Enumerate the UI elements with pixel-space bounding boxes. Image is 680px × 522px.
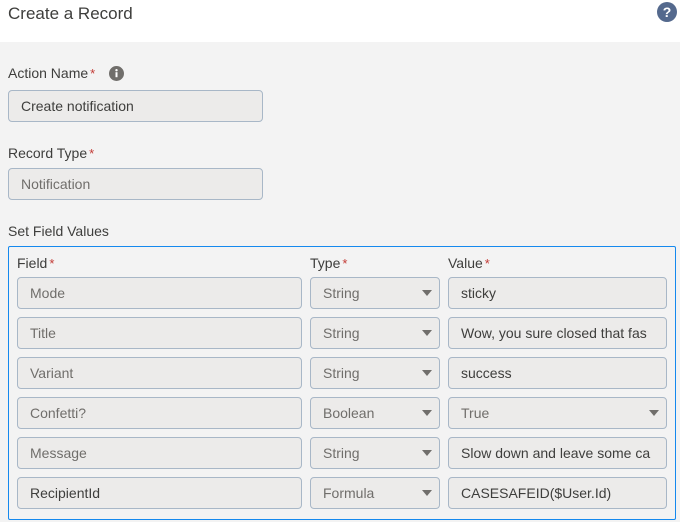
chevron-down-icon [422, 290, 432, 296]
required-marker: * [89, 146, 95, 161]
required-marker: * [342, 256, 348, 271]
field-input[interactable]: Mode [17, 277, 302, 309]
chevron-down-icon [422, 410, 432, 416]
value-input[interactable]: Slow down and leave some ca [448, 437, 667, 469]
type-select[interactable]: Formula [310, 477, 440, 509]
type-select[interactable]: String [310, 317, 440, 349]
column-header-type-text: Type [310, 255, 341, 271]
required-marker: * [49, 256, 55, 271]
field-input[interactable]: Message [17, 437, 302, 469]
chevron-down-icon [422, 330, 432, 336]
modal-header: Create a Record ? [0, 0, 680, 42]
chevron-down-icon [422, 450, 432, 456]
set-field-values-label: Set Field Values [8, 223, 109, 239]
info-icon[interactable] [109, 66, 124, 81]
field-input[interactable]: Title [17, 317, 302, 349]
type-select-value: Formula [323, 485, 375, 501]
action-name-label-text: Action Name [8, 65, 89, 81]
value-select[interactable]: True [448, 397, 667, 429]
field-input[interactable]: RecipientId [17, 477, 302, 509]
value-input[interactable]: success [448, 357, 667, 389]
type-select-value: String [323, 365, 360, 381]
column-header-field-text: Field [17, 255, 48, 271]
field-input[interactable]: Confetti? [17, 397, 302, 429]
chevron-down-icon [649, 410, 659, 416]
type-select[interactable]: String [310, 437, 440, 469]
record-type-label: Record Type * [8, 145, 94, 161]
type-select-value: String [323, 325, 360, 341]
chevron-down-icon [422, 370, 432, 376]
svg-text:?: ? [663, 4, 672, 20]
page-title: Create a Record [8, 4, 133, 23]
type-select-value: Boolean [323, 405, 375, 421]
field-input[interactable]: Variant [17, 357, 302, 389]
value-input[interactable]: Wow, you sure closed that fas [448, 317, 667, 349]
record-type-input[interactable]: Notification [8, 168, 263, 200]
value-input[interactable]: CASESAFEID($User.Id) [448, 477, 667, 509]
type-select-value: String [323, 285, 360, 301]
value-input[interactable]: sticky [448, 277, 667, 309]
action-name-label: Action Name * [8, 65, 95, 81]
type-select-value: String [323, 445, 360, 461]
question-circle-icon[interactable]: ? [657, 2, 677, 22]
column-header-field: Field * [17, 255, 54, 271]
column-header-value: Value * [448, 255, 490, 271]
required-marker: * [484, 256, 490, 271]
type-select[interactable]: String [310, 357, 440, 389]
chevron-down-icon [422, 490, 432, 496]
value-select-value: True [461, 405, 490, 421]
type-select[interactable]: String [310, 277, 440, 309]
column-header-value-text: Value [448, 255, 483, 271]
column-header-type: Type * [310, 255, 347, 271]
required-marker: * [90, 66, 96, 81]
type-select[interactable]: Boolean [310, 397, 440, 429]
record-type-label-text: Record Type [8, 145, 88, 161]
action-name-input[interactable]: Create notification [8, 90, 263, 122]
